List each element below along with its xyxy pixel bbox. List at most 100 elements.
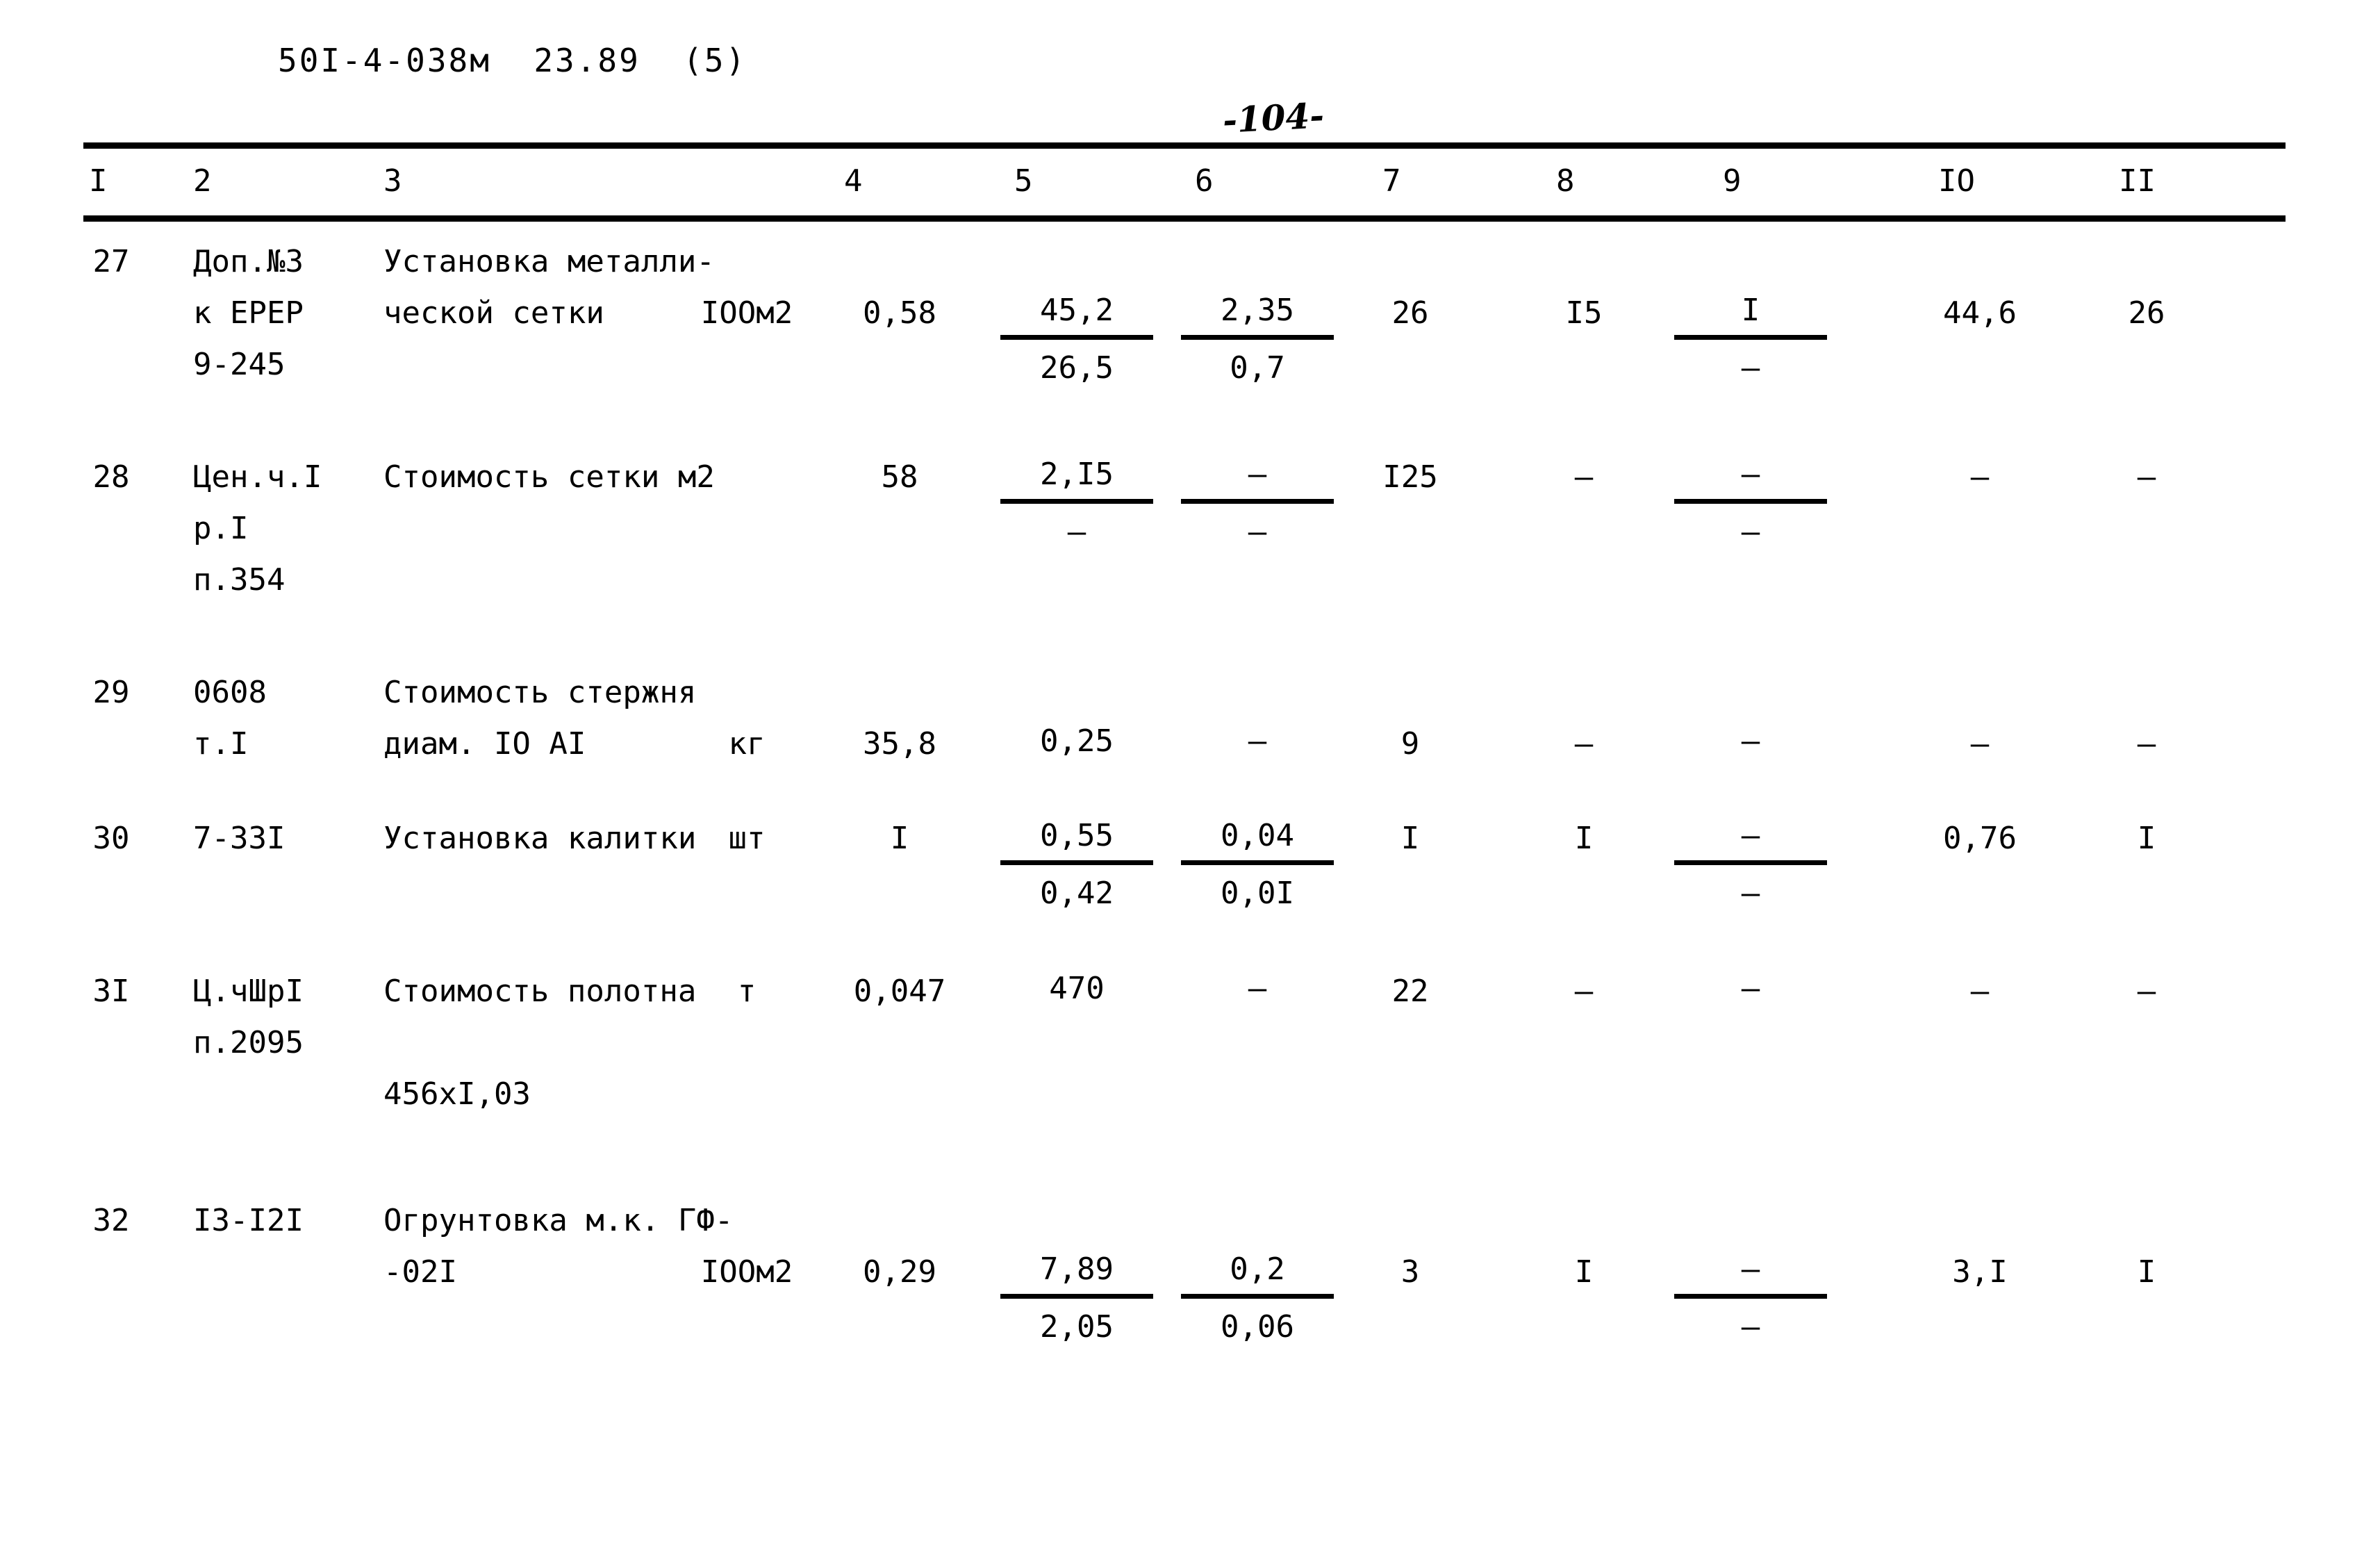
row-col6-fraction-numerator: – [1248,723,1267,759]
row-col5-fraction-denominator: 26,5 [1040,350,1114,386]
row-reference-code: Цен.ч.I р.I п.354 [193,452,322,606]
row-unit: кг [728,726,766,762]
row-description-line [383,1017,696,1069]
row-col9-fraction-numerator: – [1741,723,1760,759]
row-reference-code-line: Ц.чШрI [193,974,304,1009]
row-col9-fraction: I – [1674,288,1827,394]
row-col6-fraction: 0,04 0,0I [1181,813,1334,919]
row-reference-code: 7-33I [193,813,285,864]
row-col9-fraction: – – [1674,813,1827,919]
row-col10-value: – [1970,726,1990,762]
row-description: Стоимость стержня диам. IO AI [383,667,696,770]
row-description: Установка металли-ческой сетки [383,236,715,339]
row-reference-code-line: 9-245 [193,347,286,382]
row-col8-value: I [1574,821,1594,856]
row-col5-fraction: 45,2 26,5 [1000,288,1153,394]
row-col5-fraction-numerator: 7,89 [1000,1247,1153,1299]
row-col6-fraction: – [1181,966,1334,1013]
row-item-number: 3I [92,974,130,1009]
row-col8-value: I [1574,1254,1594,1290]
row-unit: IOOм2 [700,295,793,331]
row-item-number: 29 [92,675,130,710]
row-description-line: 456хI,03 [383,1076,531,1112]
row-description-line: Стоимость полотна [383,974,697,1009]
row-col9-fraction-numerator: – [1674,813,1827,865]
row-col4-value: 0,047 [853,974,946,1009]
row-col6-fraction: – – [1181,452,1334,558]
row-col9-fraction: – – [1674,452,1827,558]
row-col5-fraction: 470 [1000,966,1153,1013]
column-header-6: 6 [1195,163,1214,199]
column-header-7: 7 [1382,163,1401,199]
row-col10-value: 44,6 [1943,295,2017,331]
row-col5-fraction-numerator: 470 [1049,971,1105,1006]
row-col6-fraction-denominator: – [1248,514,1267,550]
row-description-line: ческой сетки [383,295,604,331]
row-unit: т [737,974,757,1009]
row-col4-value: 58 [881,459,918,495]
row-item-number: 28 [92,459,130,495]
row-col7-value: I25 [1382,459,1438,495]
row-reference-code: 0608 т.I [193,667,267,770]
column-header-2: 2 [193,163,212,199]
row-col6-fraction: – [1181,719,1334,766]
row-description-line: Установка калитки [383,821,697,856]
row-description-line: Установка металли- [383,244,715,279]
row-col5-fraction: 0,55 0,42 [1000,813,1153,919]
row-reference-code-line: 7-33I [193,821,286,856]
row-col8-value: – [1574,459,1594,495]
row-col10-value: 0,76 [1943,821,2017,856]
row-col11-value: – [2137,726,2156,762]
column-header-4: 4 [844,163,863,199]
row-col9-fraction-numerator: – [1674,452,1827,504]
row-col6-fraction-numerator: – [1248,971,1267,1006]
document-header-code: 50I-4-038м 23.89 (5) [278,42,747,79]
row-item-number: 32 [92,1203,130,1238]
column-header-8: 8 [1556,163,1575,199]
row-unit: IOOм2 [700,1254,793,1290]
column-header-1: I [89,163,108,199]
row-description-line: Огрунтовка м.к. ГФ- [383,1203,734,1238]
row-col5-fraction-numerator: 0,25 [1040,723,1114,759]
row-col7-value: 3 [1400,1254,1420,1290]
row-col6-fraction-denominator: 0,7 [1230,350,1285,386]
row-description-line: Стоимость сетки м2 [383,459,715,495]
row-reference-code: I3-I2I [193,1195,304,1247]
row-col5-fraction-denominator: – [1067,514,1086,550]
row-reference-code-line: к ЕРЕР [193,295,304,331]
row-description: Установка калитки [383,813,696,864]
table-bottom-rule [83,215,2286,222]
row-reference-code-line: т.I [193,726,249,762]
row-col4-value: 0,58 [863,295,936,331]
row-reference-code-line: Цен.ч.I [193,459,322,495]
column-header-3: 3 [383,163,402,199]
column-header-9: 9 [1723,163,1742,199]
row-item-number: 27 [92,244,130,279]
row-col9-fraction: – – [1674,1247,1827,1353]
row-col4-value: 0,29 [863,1254,936,1290]
page-folio-number: -104- [1221,95,1325,141]
column-header-10: IO [1938,163,1975,199]
table-top-rule [83,142,2286,149]
row-col6-fraction-numerator: 0,04 [1181,813,1334,865]
row-col6-fraction-denominator: 0,06 [1221,1309,1294,1345]
row-col5-fraction: 2,I5 – [1000,452,1153,558]
row-col6-fraction-numerator: – [1181,452,1334,504]
row-reference-code-line: п.2095 [193,1025,304,1060]
row-col5-fraction: 7,89 2,05 [1000,1247,1153,1353]
column-header-11: II [2119,163,2156,199]
row-col11-value: – [2137,974,2156,1009]
row-description: Стоимость сетки м2 [383,452,715,503]
row-col10-value: 3,I [1952,1254,2008,1290]
row-col11-value: I [2137,821,2156,856]
row-col9-fraction-denominator: – [1741,350,1760,386]
row-unit: шт [728,821,766,856]
column-header-5: 5 [1014,163,1033,199]
row-col5-fraction-denominator: 2,05 [1040,1309,1114,1345]
row-col11-value: 26 [2128,295,2165,331]
row-col8-value: – [1574,974,1594,1009]
row-description: Стоимость полотна 456хI,03 [383,966,696,1120]
row-col8-value: I5 [1565,295,1603,331]
row-col6-fraction-numerator: 2,35 [1181,288,1334,340]
row-col11-value: I [2137,1254,2156,1290]
